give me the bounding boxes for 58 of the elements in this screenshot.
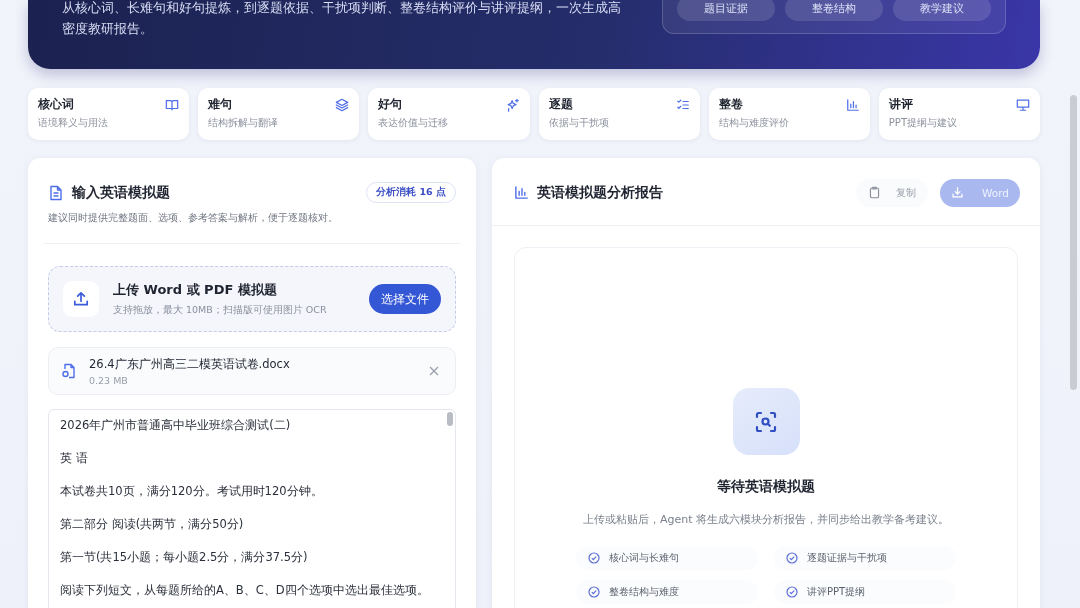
clipboard-icon	[868, 186, 881, 199]
module-subtitle: 表达价值与迁移	[378, 116, 449, 130]
module-subtitle: 结构拆解与翻译	[208, 116, 279, 130]
module-subtitle: PPT提纲与建议	[888, 116, 957, 130]
module-title: 讲评	[888, 97, 914, 112]
bar-chart-icon	[845, 98, 860, 112]
module-title: 好句	[378, 97, 404, 112]
module-subtitle: 依据与干扰项	[548, 116, 609, 130]
upload-title: 上传 Word 或 PDF 模拟题	[113, 281, 278, 299]
check-circle-icon	[588, 552, 600, 564]
bar-chart-icon	[514, 185, 529, 200]
choose-file-button[interactable]: 选择文件	[369, 284, 441, 314]
check-circle-icon	[588, 586, 600, 598]
check-circle-icon	[786, 552, 798, 564]
module-title: 核心词	[38, 97, 75, 112]
panel-title: 英语模拟题分析报告	[537, 183, 663, 202]
module-subtitle: 结构与难度评价	[718, 116, 789, 130]
module-title: 整卷	[718, 97, 744, 112]
close-icon[interactable]	[429, 366, 439, 376]
download-icon	[951, 186, 964, 199]
panel-hint: 建议同时提供完整题面、选项、参考答案与解析，便于逐题核对。	[48, 212, 339, 225]
upload-subtitle: 支持拖放，最大 10MB；扫描版可使用图片 OCR	[113, 304, 328, 317]
panel-title: 输入英语模拟题	[72, 183, 170, 202]
module-card[interactable]: 核心词 语境释义与用法	[28, 88, 190, 140]
tag-pill: 整卷结构	[785, 0, 883, 21]
feature-label: 逐题证据与干扰项	[807, 551, 887, 565]
layers-icon	[335, 98, 350, 112]
module-subtitle: 语境释义与用法	[38, 116, 108, 130]
module-card[interactable]: 讲评 PPT提纲与建议	[878, 88, 1040, 140]
feature-label: 整卷结构与难度	[609, 585, 679, 599]
book-icon	[165, 98, 180, 112]
upload-dropzone[interactable]: 上传 Word 或 PDF 模拟题 支持拖放，最大 10MB；扫描版可使用图片 OCR 选择文件	[48, 266, 456, 332]
module-card[interactable]: 难句 结构拆解与翻译	[198, 88, 360, 140]
check-circle-icon	[786, 586, 798, 598]
exam-text-field[interactable]: 2026年广州市普通高中毕业班综合测试(二) 英 语 本试卷共10页，满分120分。考试用时120分钟。 第二部分 阅读(共两节，满分50分) 第一节(共15小题；每小题2.5分，满分37.5分) 阅读下列短文，从每题所给的A、B、C、D四个选项中选出最佳选项。	[48, 409, 456, 608]
module-title: 逐题	[548, 97, 574, 112]
feature-label: 核心词与长难句	[609, 551, 679, 565]
page-scrollbar-thumb[interactable]	[1070, 95, 1077, 390]
scan-search-icon	[732, 388, 800, 455]
module-card[interactable]: 整卷 结构与难度评价	[708, 88, 870, 140]
scrollbar-thumb[interactable]	[447, 412, 453, 426]
checklist-icon	[675, 98, 690, 112]
sparkle-icon	[505, 98, 520, 112]
file-name: 26.4广东广州高三二模英语试卷.docx	[89, 356, 291, 372]
file-size: 0.23 MB	[89, 374, 129, 386]
empty-state-title: 等待英语模拟题	[717, 478, 815, 496]
upload-icon	[63, 281, 99, 317]
tag-pill: 题目证据	[677, 0, 775, 21]
feature-label: 讲评PPT提纲	[807, 585, 866, 599]
empty-state-description: 上传或粘贴后，Agent 将生成六模块分析报告，并同步给出教学备考建议。	[581, 512, 951, 528]
module-card[interactable]: 好句 表达价值与迁移	[368, 88, 530, 140]
hero-description: 从核心词、长难句和好句提炼，到逐题依据、干扰项判断、整卷结构评价与讲评提纲，一次生成高密度教研报告。	[62, 0, 622, 38]
presentation-icon	[1016, 98, 1030, 112]
tag-pill: 教学建议	[893, 0, 991, 21]
module-card[interactable]: 逐题 依据与干扰项	[538, 88, 700, 140]
file-icon	[61, 363, 77, 379]
module-title: 难句	[208, 97, 234, 112]
document-icon	[48, 184, 64, 201]
